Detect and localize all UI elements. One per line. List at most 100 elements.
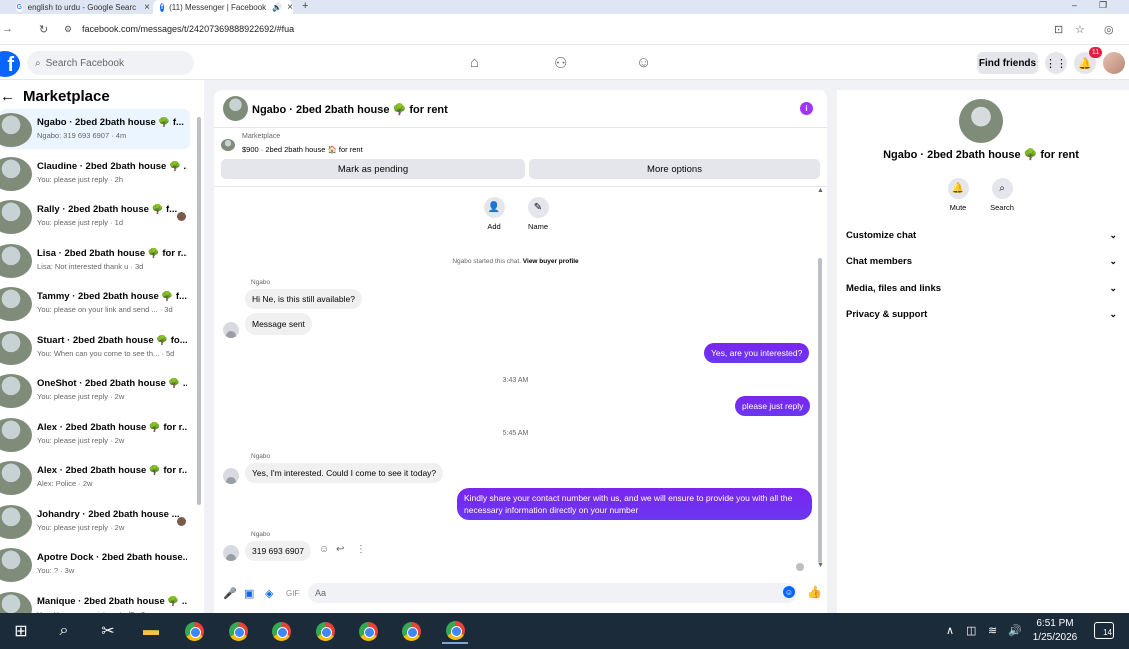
facebook-header: f ⌕ Search Facebook ⌂ ⚇ ☺ Find friends ⋮…: [0, 45, 1129, 80]
back-arrow-icon[interactable]: ←: [0, 88, 15, 105]
chat-scrollbar[interactable]: [818, 258, 822, 563]
message-input[interactable]: Aa: [308, 583, 797, 603]
conversation-item[interactable]: Ngabo · 2bed 2bath house 🌳 f... Ngabo: 31…: [0, 109, 190, 149]
conversation-item[interactable]: Lisa · 2bed 2bath house 🌳 for r... Lisa: …: [0, 240, 190, 280]
sticker-icon[interactable]: ◈: [265, 587, 273, 600]
conversation-item[interactable]: Alex · 2bed 2bath house 🌳 for r... Alex: …: [0, 457, 190, 497]
chat-avatar[interactable]: [223, 96, 248, 121]
chrome-profile-icon[interactable]: [398, 618, 424, 644]
chat-members-row[interactable]: Chat members ⌄: [846, 253, 1117, 271]
reply-icon[interactable]: ↩: [336, 544, 344, 555]
conversation-name: Manique · 2bed 2bath house 🌳 ...: [37, 595, 187, 607]
tray-chevron-icon[interactable]: ∧: [946, 624, 954, 637]
conversation-item[interactable]: Stuart · 2bed 2bath house 🌳 fo... You: Wh…: [0, 327, 190, 367]
conversation-item[interactable]: Manique · 2bed 2bath house 🌳 ...You: Yes…: [0, 588, 190, 613]
conversation-item[interactable]: Johandry · 2bed 2bath house ... You: plea…: [0, 501, 190, 541]
scroll-up-arrow-icon[interactable]: ▲: [817, 187, 824, 194]
outgoing-message[interactable]: please just reply: [735, 396, 811, 416]
menu-grid-icon[interactable]: ⋮⋮: [1045, 52, 1067, 74]
wifi-icon[interactable]: ≋: [988, 624, 997, 637]
conversation-snippet: You: please on your link and send ... · …: [37, 305, 173, 314]
file-explorer-icon[interactable]: ▬: [138, 618, 164, 644]
search-icon[interactable]: ⌕: [51, 618, 77, 644]
restore-icon[interactable]: ❐: [1099, 0, 1107, 11]
chat-title[interactable]: Ngabo · 2bed 2bath house 🌳 for rent: [252, 103, 448, 116]
conversation-item[interactable]: Alex · 2bed 2bath house 🌳 for r... You: p…: [0, 414, 190, 454]
search-facebook-input[interactable]: ⌕ Search Facebook: [27, 51, 194, 75]
name-label: Name: [527, 222, 548, 231]
outgoing-message[interactable]: Yes, are you interested?: [704, 343, 810, 363]
chrome-icon[interactable]: [181, 618, 207, 644]
browser-tab-messenger[interactable]: f (11) Messenger | Facebook 🔊 ×: [153, 0, 293, 14]
conversation-list-scrollbar[interactable]: [197, 117, 201, 505]
close-tab-icon[interactable]: ×: [144, 2, 150, 13]
chat-info-icon[interactable]: i: [800, 102, 813, 115]
media-files-links-row[interactable]: Media, files and links ⌄: [846, 279, 1117, 297]
notification-center-icon[interactable]: 14: [1094, 622, 1114, 639]
find-friends-button[interactable]: Find friends: [977, 52, 1038, 74]
site-info-icon[interactable]: ⚙: [64, 24, 72, 35]
gif-icon[interactable]: GIF: [286, 589, 299, 598]
snipping-tool-icon[interactable]: ✂: [95, 618, 121, 644]
chrome-profile-icon[interactable]: [225, 618, 251, 644]
conversation-name: Stuart · 2bed 2bath house 🌳 fo...: [37, 334, 187, 346]
incoming-message[interactable]: 319 693 6907: [245, 541, 311, 561]
mark-as-pending-button[interactable]: Mark as pending: [221, 159, 525, 179]
groups-icon[interactable]: ☺: [636, 54, 651, 71]
listing-thumbnail: [0, 113, 32, 147]
incoming-message[interactable]: Yes, I'm interested. Could I come to see…: [245, 463, 444, 483]
chrome-profile-icon[interactable]: [355, 618, 381, 644]
add-people-button[interactable]: 👤 Add: [479, 197, 509, 231]
home-icon[interactable]: ⌂: [470, 54, 479, 71]
emoji-icon[interactable]: ☺: [783, 586, 795, 598]
contact-avatar[interactable]: [959, 99, 1003, 143]
more-options-button[interactable]: More options: [529, 159, 820, 179]
profile-icon[interactable]: ◎: [1104, 23, 1114, 36]
new-tab-icon[interactable]: +: [302, 0, 308, 12]
privacy-support-row[interactable]: Privacy & support ⌄: [846, 306, 1117, 324]
taskbar-clock[interactable]: 6:51 PM 1/25/2026: [1030, 617, 1080, 645]
bookmark-star-icon[interactable]: ☆: [1075, 23, 1085, 36]
account-avatar[interactable]: [1103, 52, 1125, 74]
chrome-profile-icon[interactable]: [312, 618, 338, 644]
view-buyer-profile-link[interactable]: View buyer profile: [523, 258, 579, 265]
facebook-logo-icon[interactable]: f: [0, 51, 20, 77]
forward-icon[interactable]: →: [2, 23, 13, 35]
more-actions-icon[interactable]: ⋮: [356, 544, 366, 555]
conversation-item[interactable]: Tammy · 2bed 2bath house 🌳 f... You: plea…: [0, 283, 190, 323]
thumbs-up-icon[interactable]: 👍: [807, 585, 822, 599]
reload-icon[interactable]: ↻: [39, 23, 48, 36]
incoming-message[interactable]: Message sent: [245, 313, 312, 335]
mute-button[interactable]: 🔔 Mute: [938, 178, 978, 212]
close-tab-icon[interactable]: ×: [287, 2, 293, 13]
meet-now-icon[interactable]: ◫: [966, 624, 976, 637]
install-icon[interactable]: ⊡: [1054, 23, 1063, 36]
conversation-snippet: You: ? · 3w: [37, 566, 75, 575]
microphone-icon[interactable]: 🎤: [223, 587, 237, 600]
photo-icon[interactable]: ▣: [244, 587, 254, 600]
minimize-icon[interactable]: –: [1072, 0, 1077, 10]
browser-tab-google[interactable]: G english to urdu - Google Searc ×: [16, 0, 150, 14]
add-person-icon: 👤: [483, 197, 505, 218]
conversation-item[interactable]: OneShot · 2bed 2bath house 🌳 ... You: ple…: [0, 370, 190, 410]
conversation-snippet: You: please just reply · 2w: [37, 435, 125, 445]
url-field[interactable]: facebook.com/messages/t/2420736988892269…: [82, 24, 294, 34]
chat-header: Ngabo · 2bed 2bath house 🌳 for rent i: [214, 90, 827, 128]
conversation-item[interactable]: Apotre Dock · 2bed 2bath house... You: ? …: [0, 544, 190, 584]
windows-start-icon[interactable]: ⊞: [8, 618, 34, 644]
started-text: Ngabo started this chat.: [452, 258, 521, 265]
sender-name: Ngabo: [251, 453, 271, 460]
chrome-profile-icon[interactable]: [268, 618, 294, 644]
friends-icon[interactable]: ⚇: [554, 54, 567, 72]
scroll-down-arrow-icon[interactable]: ▼: [817, 562, 824, 569]
outgoing-message[interactable]: Kindly share your contact number with us…: [457, 488, 812, 520]
react-emoji-icon[interactable]: ☺: [319, 544, 329, 555]
chrome-active-icon[interactable]: [442, 618, 468, 644]
search-in-chat-button[interactable]: ⌕ Search: [982, 178, 1022, 212]
conversation-item[interactable]: Claudine · 2bed 2bath house 🌳 ... You: pl…: [0, 153, 190, 193]
customize-chat-row[interactable]: Customize chat ⌄: [846, 226, 1117, 244]
conversation-item[interactable]: Rally · 2bed 2bath house 🌳 f... You: plea…: [0, 196, 190, 236]
name-chat-button[interactable]: ✎ Name: [523, 197, 553, 231]
incoming-message[interactable]: Hi Ne, is this still available?: [245, 289, 362, 309]
volume-icon[interactable]: 🔊: [1008, 624, 1022, 637]
